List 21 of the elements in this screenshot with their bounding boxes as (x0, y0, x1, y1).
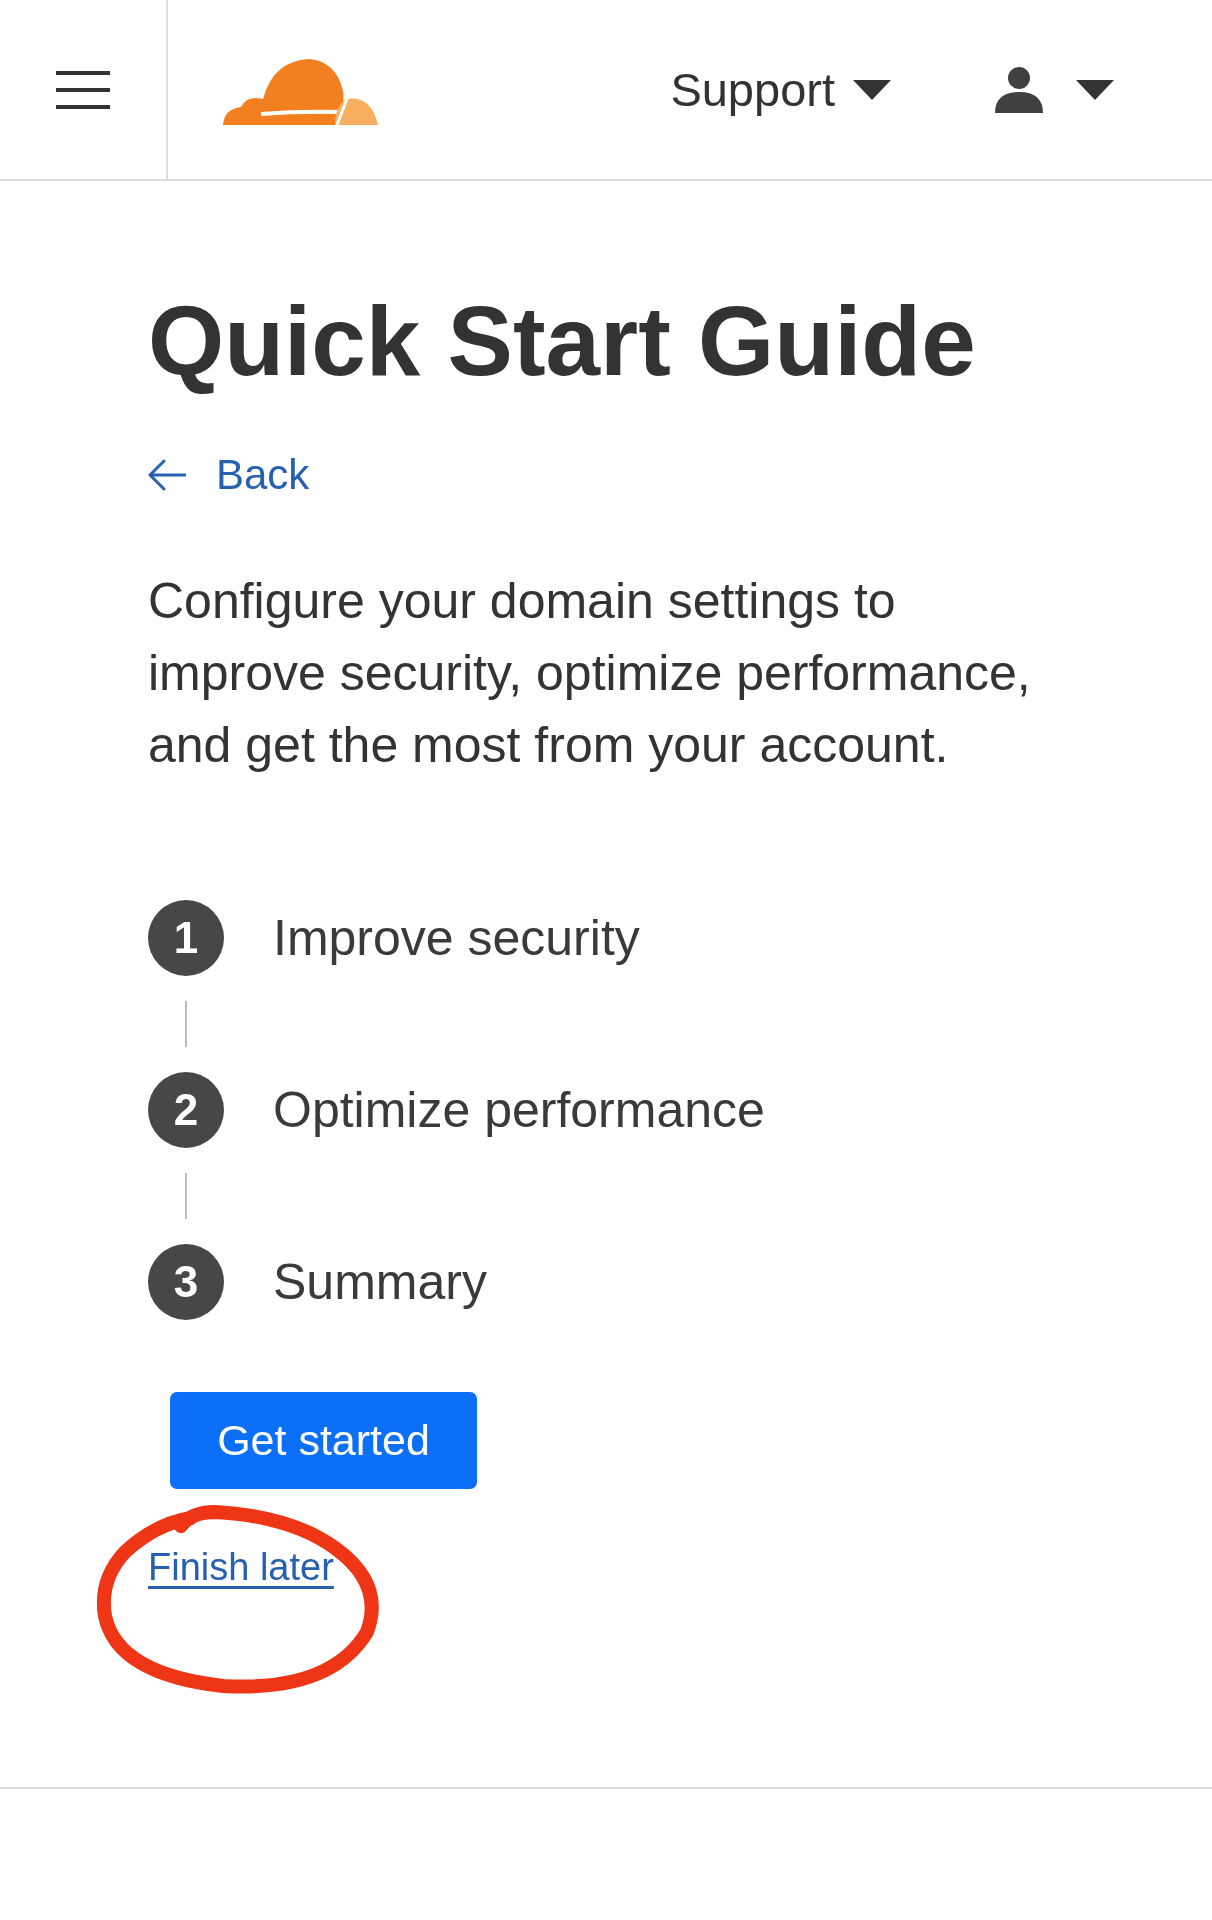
step-label: Summary (273, 1253, 487, 1312)
step-number: 2 (148, 1072, 224, 1148)
user-icon (995, 66, 1043, 113)
menu-icon (56, 69, 110, 110)
page-title: Quick Start Guide (148, 285, 976, 398)
menu-button[interactable] (56, 69, 110, 110)
step-number: 3 (148, 1244, 224, 1320)
back-link[interactable]: Back (148, 450, 310, 500)
step-connector-line (185, 1173, 187, 1219)
step-connector-line (185, 1001, 187, 1047)
step-number: 1 (148, 900, 224, 976)
arrow-left-icon (148, 459, 186, 491)
get-started-button[interactable]: Get started (170, 1392, 477, 1489)
caret-down-icon (1076, 79, 1114, 100)
caret-down-icon (853, 79, 891, 100)
description-text: Configure your domain settings to improve security, optimize performance, and get the most from your account. (148, 572, 1032, 775)
account-menu-button[interactable] (995, 66, 1114, 113)
support-menu-button[interactable]: Support (670, 62, 891, 117)
finish-later-link[interactable]: Finish later (148, 1544, 334, 1590)
step-label: Optimize performance (273, 1081, 765, 1140)
step-label: Improve security (273, 909, 640, 968)
